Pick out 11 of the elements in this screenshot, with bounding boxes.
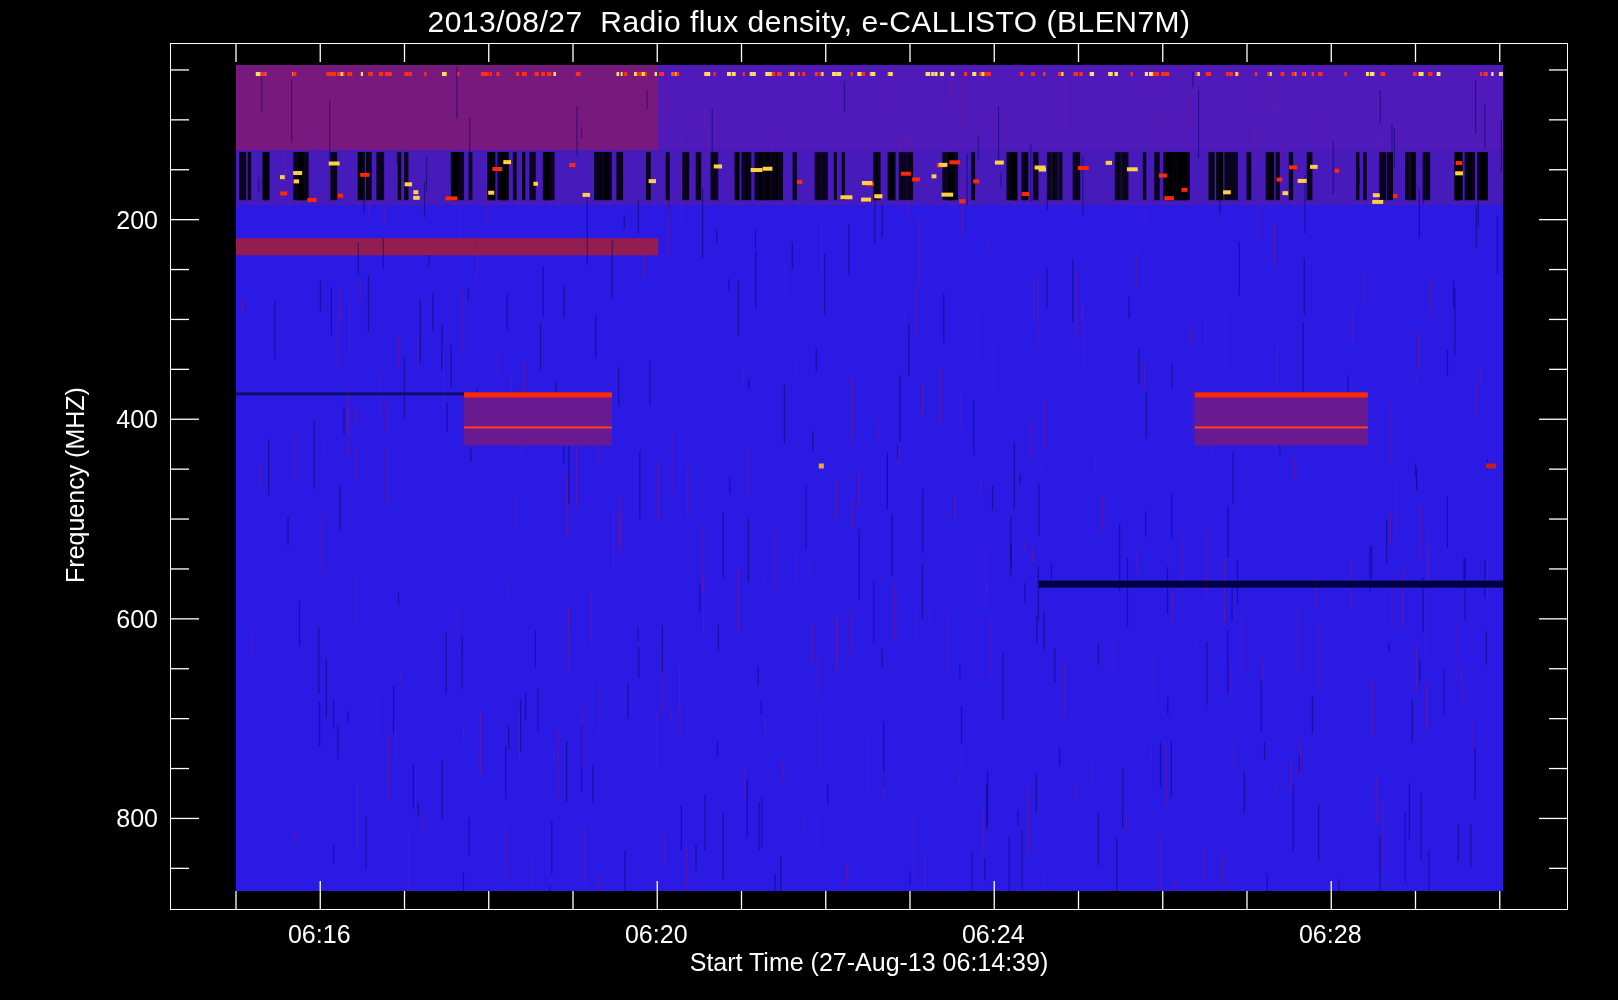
- axis-label: Start Time (27-Aug-13 06:14:39): [689, 948, 1049, 977]
- tick-label: 400: [116, 405, 158, 434]
- tick-label: 06:28: [1298, 920, 1362, 949]
- tick-label: 600: [116, 604, 158, 633]
- tick-label: 200: [116, 205, 158, 234]
- axis-label: Frequency (MHZ): [60, 387, 90, 583]
- tick-label: 800: [116, 804, 158, 833]
- tick-label: 06:20: [624, 920, 688, 949]
- tick-label: 06:16: [287, 920, 351, 949]
- tick-label: 06:24: [961, 920, 1025, 949]
- chart-title: 2013/08/27 Radio flux density, e-CALLISTO (BLEN7M): [426, 3, 1192, 40]
